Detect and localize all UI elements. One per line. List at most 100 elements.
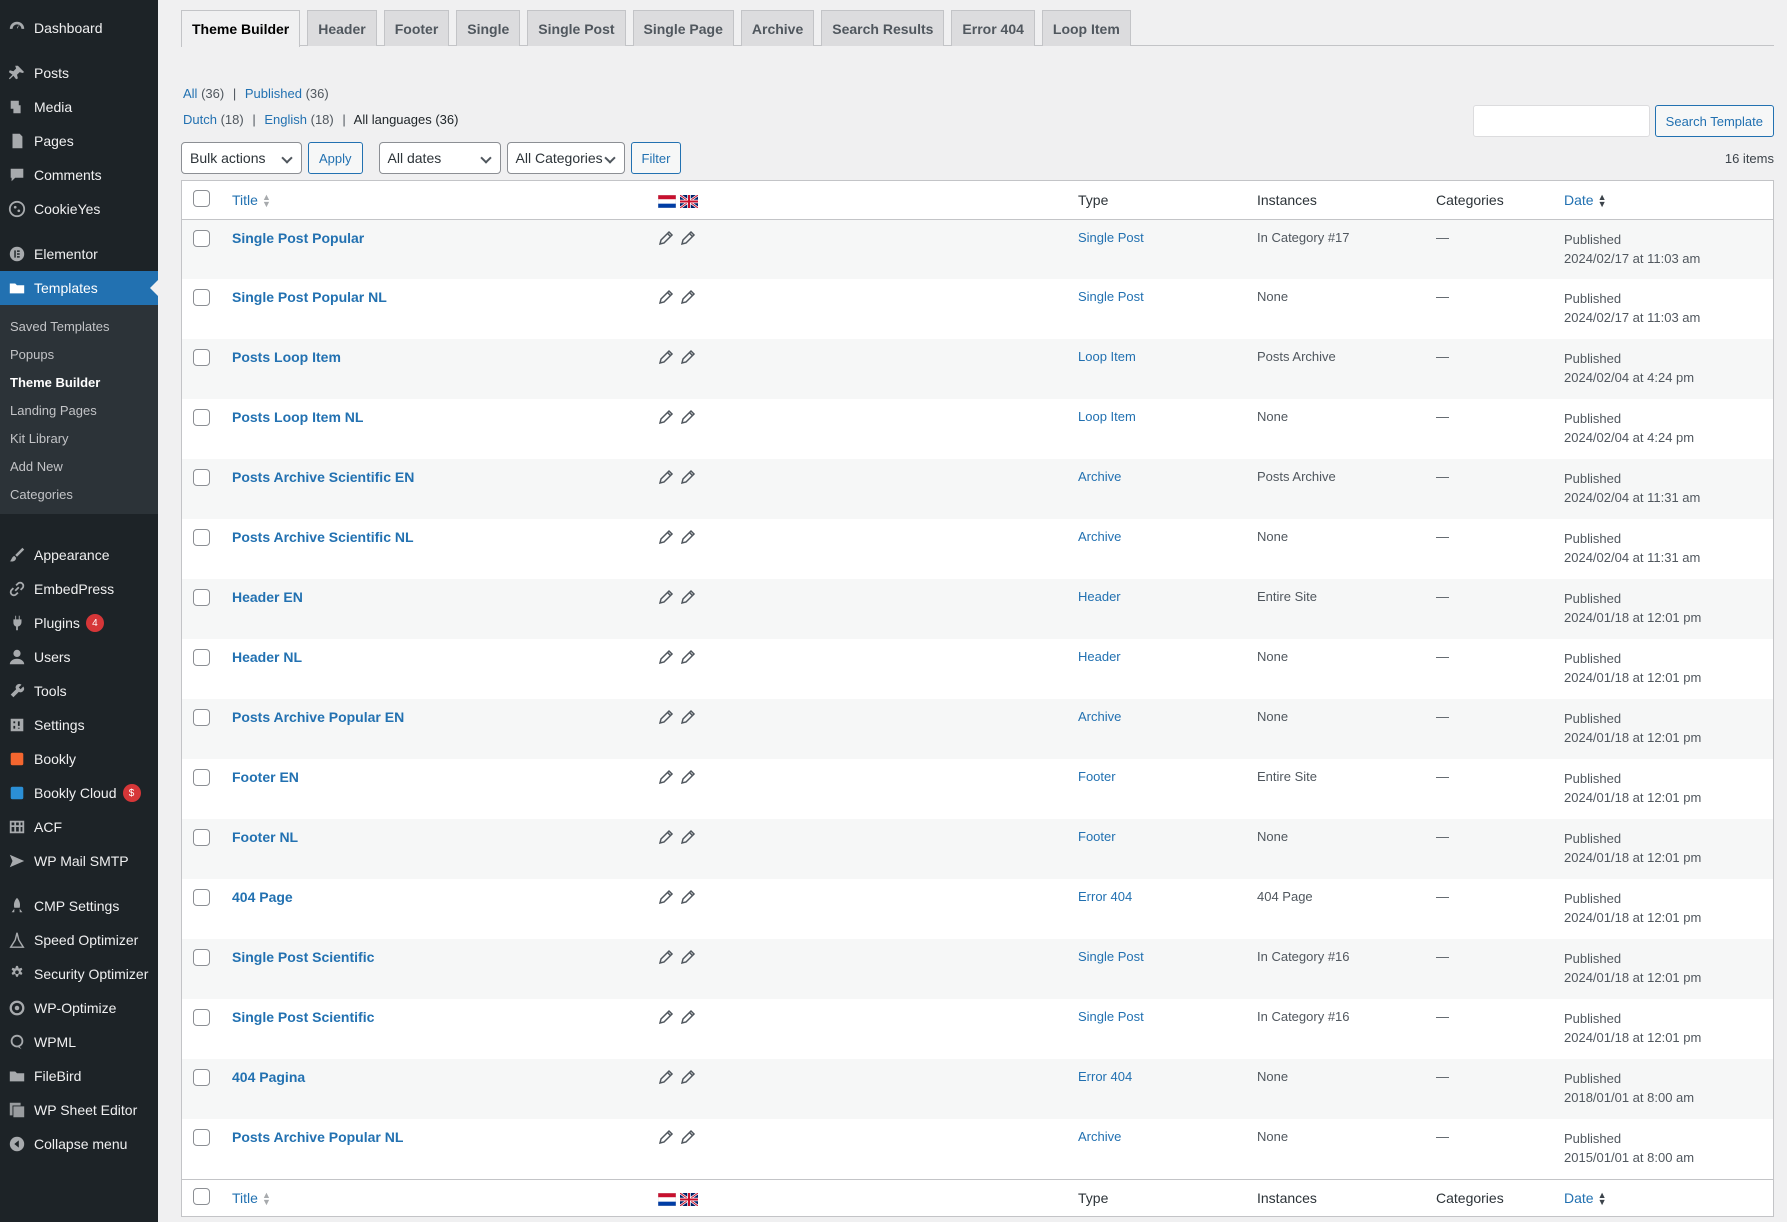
type-link[interactable]: Footer bbox=[1078, 769, 1116, 784]
row-checkbox[interactable] bbox=[193, 529, 210, 546]
template-title-link[interactable]: Posts Archive Popular EN bbox=[232, 709, 404, 725]
edit-dutch-translation-icon[interactable] bbox=[658, 1009, 674, 1025]
filter-english-link[interactable]: English (18) bbox=[264, 112, 333, 127]
type-link[interactable]: Error 404 bbox=[1078, 889, 1132, 904]
type-link[interactable]: Single Post bbox=[1078, 230, 1144, 245]
select-all-checkbox[interactable] bbox=[193, 189, 210, 207]
sidebar-item-security-optimizer[interactable]: Security Optimizer bbox=[0, 957, 158, 991]
sidebar-item-wp-sheet-editor[interactable]: WP Sheet Editor bbox=[0, 1093, 158, 1127]
title-column-header[interactable]: Title ▲ ▼ bbox=[224, 181, 650, 220]
sidebar-item-cmp-settings[interactable]: CMP Settings bbox=[0, 889, 158, 923]
sidebar-item-filebird[interactable]: FileBird bbox=[0, 1059, 158, 1093]
edit-english-translation-icon[interactable] bbox=[680, 709, 696, 725]
edit-dutch-translation-icon[interactable] bbox=[658, 709, 674, 725]
sidebar-item-media[interactable]: Media bbox=[0, 90, 158, 124]
categories-select[interactable]: All Categories bbox=[506, 142, 625, 174]
type-link[interactable]: Archive bbox=[1078, 529, 1121, 544]
row-checkbox[interactable] bbox=[193, 409, 210, 426]
sidebar-item-settings[interactable]: Settings bbox=[0, 708, 158, 742]
search-template-button[interactable]: Search Template bbox=[1654, 105, 1774, 137]
title-sort-link[interactable]: Title bbox=[232, 1190, 258, 1206]
row-checkbox[interactable] bbox=[193, 289, 210, 306]
title-sort-link[interactable]: Title bbox=[232, 192, 258, 208]
tab-search-results[interactable]: Search Results bbox=[821, 10, 945, 46]
template-title-link[interactable]: Header EN bbox=[232, 589, 303, 605]
type-link[interactable]: Header bbox=[1078, 649, 1121, 664]
template-title-link[interactable]: Footer NL bbox=[232, 829, 298, 845]
submenu-item-kit-library[interactable]: Kit Library bbox=[0, 424, 158, 452]
submenu-item-landing-pages[interactable]: Landing Pages bbox=[0, 396, 158, 424]
submenu-item-popups[interactable]: Popups bbox=[0, 340, 158, 368]
template-title-link[interactable]: Header NL bbox=[232, 649, 302, 665]
type-link[interactable]: Footer bbox=[1078, 829, 1116, 844]
row-checkbox[interactable] bbox=[193, 889, 210, 906]
edit-dutch-translation-icon[interactable] bbox=[658, 1129, 674, 1145]
edit-english-translation-icon[interactable] bbox=[680, 1009, 696, 1025]
tab-error-404[interactable]: Error 404 bbox=[951, 10, 1035, 46]
tab-archive[interactable]: Archive bbox=[740, 10, 815, 46]
edit-english-translation-icon[interactable] bbox=[680, 1069, 696, 1085]
tab-footer[interactable]: Footer bbox=[383, 10, 450, 46]
sidebar-item-elementor[interactable]: Elementor bbox=[0, 237, 158, 271]
sidebar-item-collapse-menu[interactable]: Collapse menu bbox=[0, 1127, 158, 1161]
edit-english-translation-icon[interactable] bbox=[680, 949, 696, 965]
sidebar-item-acf[interactable]: ACF bbox=[0, 810, 158, 844]
template-title-link[interactable]: Posts Loop Item NL bbox=[232, 409, 363, 425]
edit-english-translation-icon[interactable] bbox=[680, 230, 696, 246]
type-link[interactable]: Archive bbox=[1078, 709, 1121, 724]
row-checkbox[interactable] bbox=[193, 769, 210, 786]
edit-english-translation-icon[interactable] bbox=[680, 889, 696, 905]
sidebar-item-bookly[interactable]: Bookly bbox=[0, 742, 158, 776]
filter-published-link[interactable]: Published (36) bbox=[245, 86, 329, 101]
date-sort-link[interactable]: Date bbox=[1564, 1190, 1594, 1206]
tab-single-post[interactable]: Single Post bbox=[527, 10, 626, 46]
row-checkbox[interactable] bbox=[193, 1009, 210, 1026]
row-checkbox[interactable] bbox=[193, 1129, 210, 1146]
edit-english-translation-icon[interactable] bbox=[680, 529, 696, 545]
sidebar-item-wpml[interactable]: WPML bbox=[0, 1025, 158, 1059]
template-title-link[interactable]: 404 Page bbox=[232, 889, 293, 905]
sidebar-item-wp-optimize[interactable]: WP-Optimize bbox=[0, 991, 158, 1025]
sidebar-item-users[interactable]: Users bbox=[0, 640, 158, 674]
dates-select[interactable]: All dates bbox=[378, 142, 501, 174]
edit-english-translation-icon[interactable] bbox=[680, 469, 696, 485]
template-title-link[interactable]: Posts Loop Item bbox=[232, 349, 341, 365]
sidebar-item-templates[interactable]: Templates bbox=[0, 271, 158, 305]
template-title-link[interactable]: Footer EN bbox=[232, 769, 299, 785]
sidebar-item-bookly-cloud[interactable]: Bookly Cloud $ bbox=[0, 776, 158, 810]
sidebar-item-speed-optimizer[interactable]: Speed Optimizer bbox=[0, 923, 158, 957]
filter-all-link[interactable]: All (36) bbox=[183, 86, 224, 101]
submenu-item-add-new[interactable]: Add New bbox=[0, 452, 158, 480]
edit-english-translation-icon[interactable] bbox=[680, 649, 696, 665]
edit-english-translation-icon[interactable] bbox=[680, 289, 696, 305]
row-checkbox[interactable] bbox=[193, 829, 210, 846]
template-title-link[interactable]: Single Post Popular bbox=[232, 230, 364, 246]
edit-dutch-translation-icon[interactable] bbox=[658, 829, 674, 845]
sidebar-item-comments[interactable]: Comments bbox=[0, 158, 158, 192]
row-checkbox[interactable] bbox=[193, 229, 210, 247]
row-checkbox[interactable] bbox=[193, 1069, 210, 1086]
type-link[interactable]: Single Post bbox=[1078, 949, 1144, 964]
type-link[interactable]: Single Post bbox=[1078, 289, 1144, 304]
tab-loop-item[interactable]: Loop Item bbox=[1041, 10, 1131, 46]
edit-dutch-translation-icon[interactable] bbox=[658, 1069, 674, 1085]
edit-english-translation-icon[interactable] bbox=[680, 589, 696, 605]
sidebar-item-posts[interactable]: Posts bbox=[0, 56, 158, 90]
edit-dutch-translation-icon[interactable] bbox=[658, 589, 674, 605]
sidebar-item-dashboard[interactable]: Dashboard bbox=[0, 11, 158, 45]
type-link[interactable]: Loop Item bbox=[1078, 409, 1136, 424]
tab-header[interactable]: Header bbox=[307, 10, 377, 46]
submenu-item-saved-templates[interactable]: Saved Templates bbox=[0, 312, 158, 340]
edit-english-translation-icon[interactable] bbox=[680, 409, 696, 425]
edit-english-translation-icon[interactable] bbox=[680, 769, 696, 785]
title-column-header[interactable]: Title ▲ ▼ bbox=[224, 1178, 650, 1216]
tab-theme-builder[interactable]: Theme Builder bbox=[181, 10, 301, 47]
edit-english-translation-icon[interactable] bbox=[680, 1129, 696, 1145]
sidebar-item-plugins[interactable]: Plugins 4 bbox=[0, 606, 158, 640]
edit-dutch-translation-icon[interactable] bbox=[658, 349, 674, 365]
submenu-item-theme-builder[interactable]: Theme Builder bbox=[0, 368, 158, 396]
template-title-link[interactable]: Single Post Popular NL bbox=[232, 289, 387, 305]
filter-button[interactable]: Filter bbox=[630, 142, 682, 174]
row-checkbox[interactable] bbox=[193, 589, 210, 606]
type-link[interactable]: Loop Item bbox=[1078, 349, 1136, 364]
